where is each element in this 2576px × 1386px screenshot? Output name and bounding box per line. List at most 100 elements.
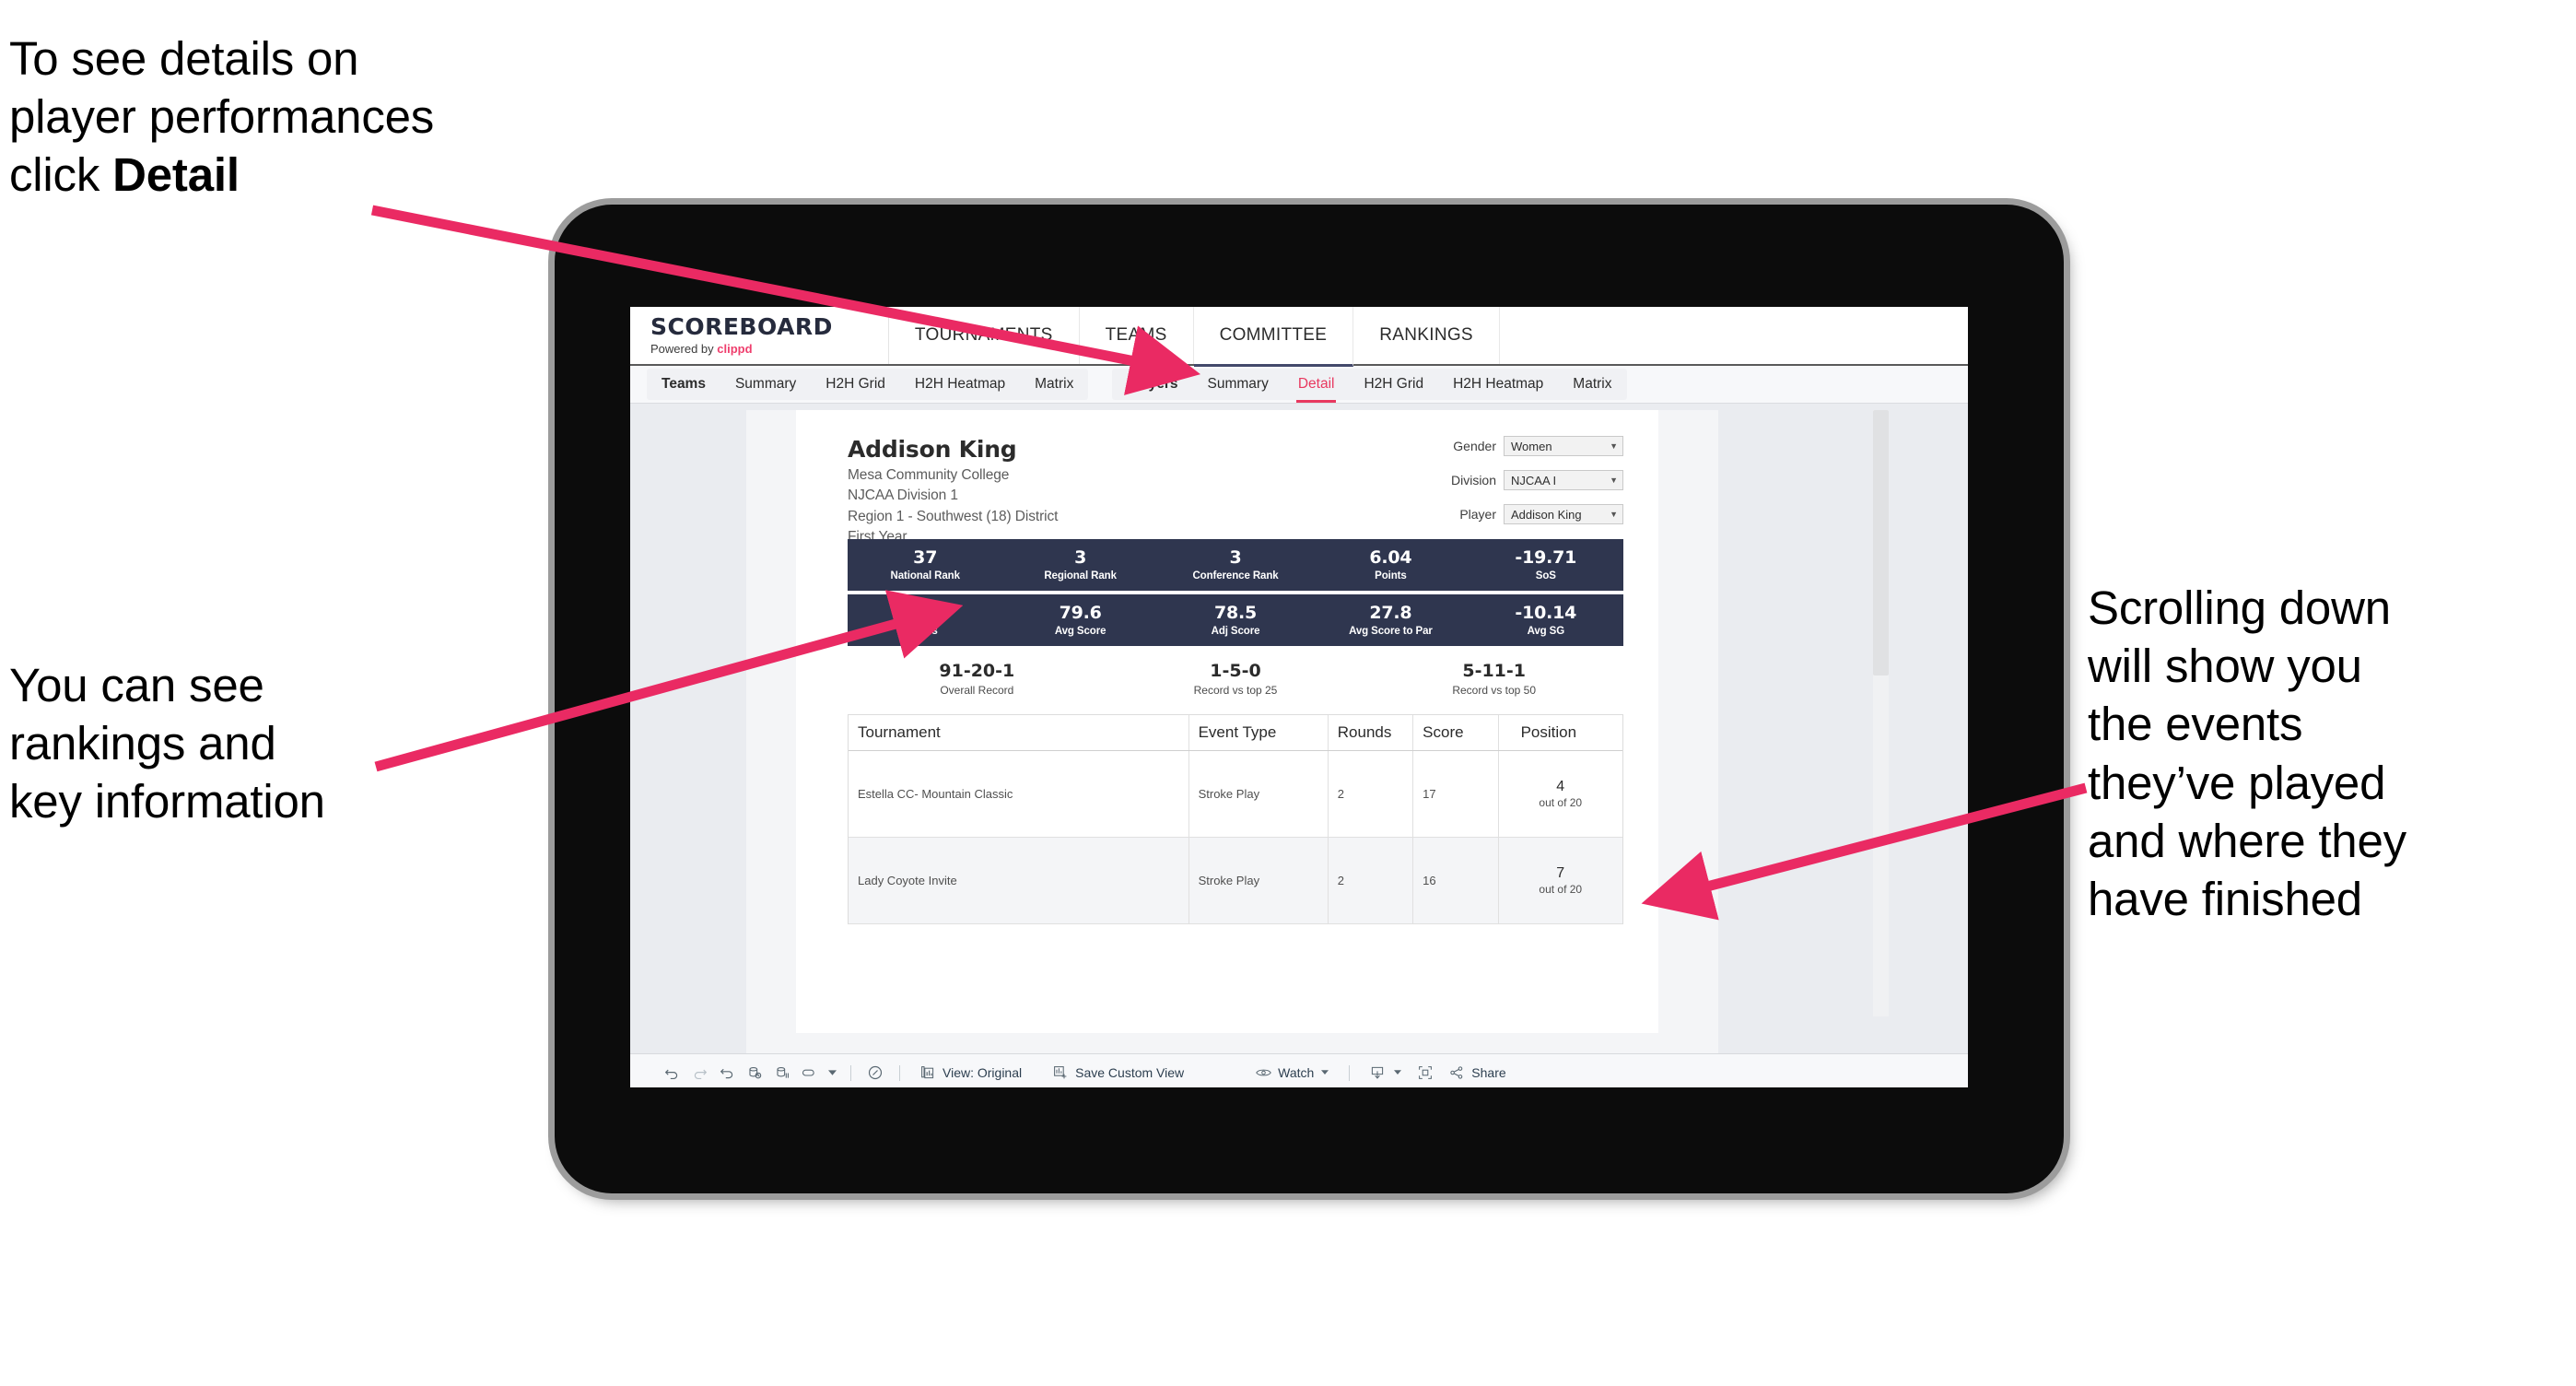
player-region: Region 1 - Southwest (18) District: [848, 508, 1059, 524]
tab-teams-h2h-grid[interactable]: H2H Grid: [811, 369, 900, 400]
col-header-tournament[interactable]: Tournament: [849, 715, 1189, 750]
tab-players-h2h-grid[interactable]: H2H Grid: [1349, 369, 1438, 400]
stat-avg-score-value: 79.6: [1059, 603, 1102, 624]
stat-avg-score: 79.6 Avg Score: [1002, 603, 1157, 637]
tablet-device-frame: SCOREBOARD Powered by clippd TOURNAMENTS…: [555, 205, 2064, 1193]
vertical-scrollbar-thumb[interactable]: [1873, 410, 1889, 675]
filter-player-value: Addison King: [1511, 507, 1582, 522]
cell-rounds: 2: [1329, 838, 1414, 923]
tab-players-detail[interactable]: Detail: [1283, 369, 1350, 403]
stat-points: 6.04 Points: [1313, 547, 1468, 581]
filter-player-label: Player: [1459, 507, 1496, 522]
stat-adj-score: 78.5 Adj Score: [1158, 603, 1313, 637]
col-header-rounds[interactable]: Rounds: [1329, 715, 1414, 750]
cell-rounds: 2: [1329, 751, 1414, 837]
fullscreen-icon[interactable]: [1411, 1061, 1439, 1085]
table-row[interactable]: Estella CC- Mountain Classic Stroke Play…: [849, 751, 1622, 838]
undo-icon[interactable]: [658, 1061, 685, 1085]
cell-event-type: Stroke Play: [1189, 751, 1329, 837]
stat-adj-score-value: 78.5: [1213, 603, 1258, 624]
col-header-score[interactable]: Score: [1413, 715, 1499, 750]
share-button[interactable]: Share: [1439, 1061, 1514, 1085]
view-original-button[interactable]: View: Original: [910, 1061, 1030, 1085]
chevron-down-icon: [1392, 1061, 1403, 1085]
col-header-event-type[interactable]: Event Type: [1189, 715, 1329, 750]
top-navigation: TOURNAMENTS TEAMS COMMITTEE RANKINGS: [889, 307, 1500, 367]
tab-players-h2h-heatmap[interactable]: H2H Heatmap: [1438, 369, 1558, 400]
stat-national-rank-label: National Rank: [890, 570, 960, 581]
stat-regional-rank-value: 3: [1074, 547, 1087, 569]
callout-detail-line3-bold: Detail: [112, 148, 240, 202]
toolbar-divider: [850, 1064, 851, 1081]
cell-score: 16: [1413, 838, 1499, 923]
stat-bar-rankings: 37 National Rank 3 Regional Rank 3 Confe…: [848, 539, 1623, 591]
stat-adj-score-label: Adj Score: [1211, 625, 1260, 637]
filter-gender-select[interactable]: Women ▼: [1504, 436, 1623, 456]
filter-division-select[interactable]: NJCAA I ▼: [1504, 470, 1623, 490]
pause-refresh-icon[interactable]: [861, 1061, 889, 1085]
tabgroup-players: Players Summary Detail H2H Grid H2H Heat…: [1112, 369, 1627, 403]
stat-conference-rank: 3 Conference Rank: [1158, 547, 1313, 581]
record-overall-value: 91-20-1: [939, 661, 1015, 682]
callout-detail-line1: To see details on: [9, 32, 359, 85]
brand-subtitle: Powered by clippd: [650, 342, 833, 356]
tab-players-summary[interactable]: Summary: [1193, 369, 1283, 400]
vertical-scrollbar-track[interactable]: [1873, 410, 1889, 1016]
topnav-item-rankings[interactable]: RANKINGS: [1353, 307, 1500, 364]
filter-player-select[interactable]: Addison King ▼: [1504, 504, 1623, 524]
table-row[interactable]: Lady Coyote Invite Stroke Play 2 16 7 ou…: [849, 838, 1622, 924]
filter-division-value: NJCAA I: [1511, 473, 1557, 487]
record-top50-value: 5-11-1: [1462, 661, 1526, 682]
topnav-item-tournaments[interactable]: TOURNAMENTS: [889, 307, 1080, 364]
brand-logo[interactable]: SCOREBOARD Powered by clippd: [630, 307, 889, 364]
refresh-data-icon[interactable]: [741, 1061, 768, 1085]
tab-teams-summary[interactable]: Summary: [720, 369, 811, 400]
tab-teams-matrix[interactable]: Matrix: [1020, 369, 1088, 400]
record-top25-label: Record vs top 25: [1193, 683, 1278, 697]
tab-teams[interactable]: Teams: [647, 369, 720, 400]
stat-conference-rank-label: Conference Rank: [1192, 570, 1279, 581]
stat-avg-sg-value: -10.14: [1515, 603, 1577, 624]
stat-avg-sg-label: Avg SG: [1527, 625, 1565, 637]
stat-sos: -19.71 SoS: [1469, 547, 1623, 581]
cell-position: 4 out of 20: [1499, 751, 1622, 837]
record-overall-label: Overall Record: [940, 683, 1014, 697]
callout-scrolling-text: Scrolling down will show you the events …: [2088, 579, 2567, 928]
revert-icon[interactable]: [713, 1061, 741, 1085]
share-label: Share: [1471, 1065, 1506, 1080]
stat-points-value: 6.04: [1369, 547, 1412, 569]
topnav-item-committee[interactable]: COMMITTEE: [1193, 307, 1354, 367]
stat-wins: 0 Wins: [848, 603, 1002, 637]
brand-title: SCOREBOARD: [650, 313, 833, 340]
callout-scrolling-line6: have finished: [2088, 873, 2362, 926]
callout-scrolling-line3: the events: [2088, 698, 2303, 751]
tab-teams-h2h-heatmap[interactable]: H2H Heatmap: [900, 369, 1020, 400]
save-custom-view-icon: [1051, 1061, 1070, 1085]
tab-players[interactable]: Players: [1112, 369, 1192, 400]
stat-national-rank-value: 37: [913, 547, 938, 569]
pause-auto-update-icon[interactable]: [796, 1061, 824, 1085]
download-button[interactable]: [1360, 1061, 1411, 1085]
stat-avg-score-label: Avg Score: [1054, 625, 1107, 637]
pause-data-icon[interactable]: [768, 1061, 796, 1085]
redo-icon[interactable]: [685, 1061, 713, 1085]
stat-avg-score-to-par-label: Avg Score to Par: [1349, 625, 1433, 637]
stat-conference-rank-value: 3: [1229, 547, 1242, 569]
brand-sub-prefix: Powered by: [650, 342, 718, 356]
callout-scrolling-line1: Scrolling down: [2088, 581, 2391, 634]
record-row: 91-20-1 Overall Record 1-5-0 Record vs t…: [848, 657, 1623, 701]
callout-rankings-line3: key information: [9, 775, 325, 828]
watch-button[interactable]: Watch: [1246, 1061, 1339, 1085]
tab-players-matrix[interactable]: Matrix: [1558, 369, 1626, 400]
tablet-screen: SCOREBOARD Powered by clippd TOURNAMENTS…: [630, 307, 1968, 1087]
topnav-item-teams[interactable]: TEAMS: [1080, 307, 1194, 364]
col-header-position[interactable]: Position: [1499, 715, 1622, 750]
save-custom-view-button[interactable]: Save Custom View: [1043, 1061, 1192, 1085]
player-name: Addison King: [848, 436, 1017, 463]
cell-tournament: Estella CC- Mountain Classic: [849, 751, 1189, 837]
filter-division-label: Division: [1450, 473, 1496, 487]
eye-icon: [1254, 1061, 1272, 1085]
cell-tournament: Lady Coyote Invite: [849, 838, 1189, 923]
chevron-down-icon[interactable]: [824, 1061, 840, 1085]
stat-points-label: Points: [1375, 570, 1407, 581]
